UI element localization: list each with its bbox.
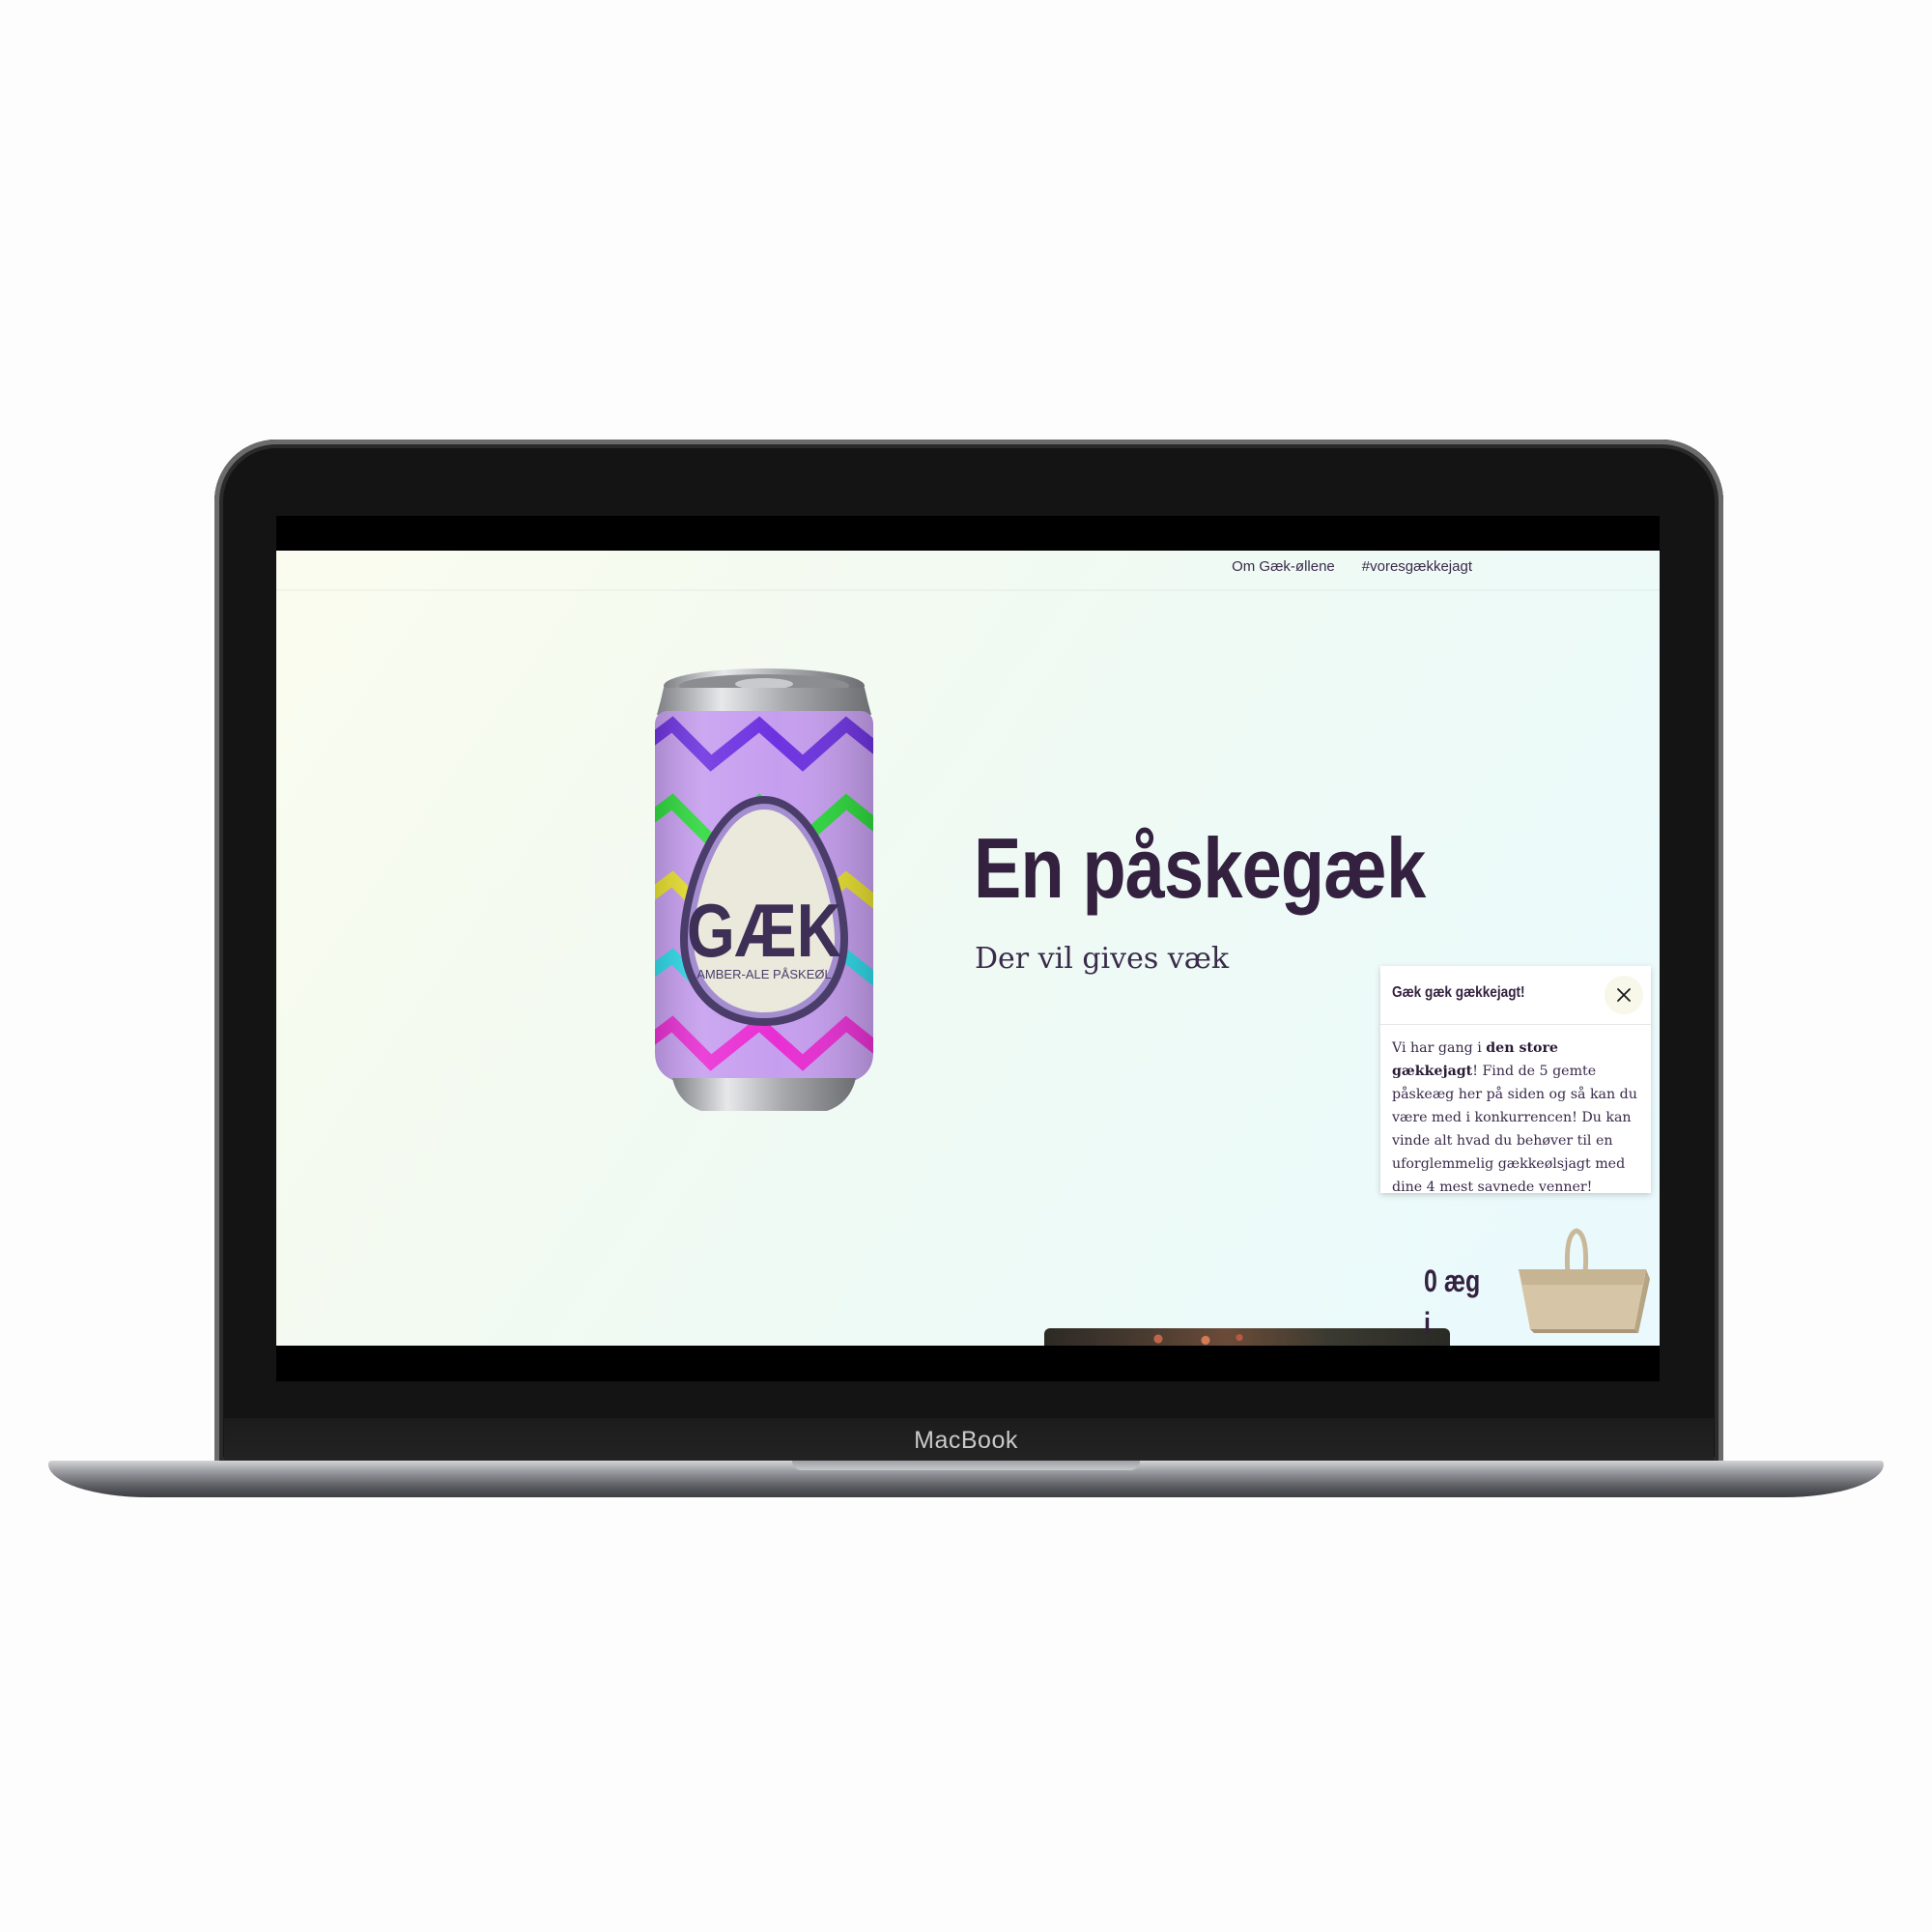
top-navigation: Om Gæk-øllene #voresgækkejagt — [1232, 558, 1472, 575]
egg-hunt-popup: Gæk gæk gækkejagt! Vi har gang i den sto… — [1380, 966, 1651, 1195]
nav-divider — [276, 589, 1660, 591]
photo-section-peek — [1044, 1328, 1450, 1346]
hero-title: En påskegæk — [974, 820, 1426, 916]
popup-body-text: ! Find de 5 gemte påskeæg her på siden o… — [1392, 1064, 1637, 1195]
device-brand-label: MacBook — [914, 1427, 1018, 1454]
popup-close-button[interactable] — [1605, 976, 1643, 1014]
laptop-mockup: MacBook Om Gæk-øllene #voresgækkejagt GÆ… — [0, 0, 1932, 1932]
beer-can-image: GÆK AMBER-ALE PÅSKEØL — [655, 668, 873, 1111]
can-tagline: AMBER-ALE PÅSKEØL — [696, 967, 831, 981]
basket-egg-counter: 0 æg i kurven — [1424, 1260, 1484, 1346]
hero-subtitle: Der vil gives væk — [975, 942, 1230, 976]
can-brand-text: GÆK — [687, 889, 841, 973]
basket-count-line-2: kurven — [1424, 1345, 1484, 1346]
nav-link-voresgaekkejagt[interactable]: #voresgækkejagt — [1362, 558, 1472, 575]
basket-icon[interactable] — [1515, 1227, 1650, 1335]
nav-link-om-gaek-ollene[interactable]: Om Gæk-øllene — [1232, 558, 1335, 575]
close-icon — [1617, 988, 1631, 1002]
popup-header: Gæk gæk gækkejagt! — [1380, 966, 1651, 1025]
popup-title: Gæk gæk gækkejagt! — [1392, 984, 1525, 1001]
basket-count-line-1: 0 æg i — [1424, 1264, 1481, 1341]
web-page: Om Gæk-øllene #voresgækkejagt GÆK AMBER-… — [276, 551, 1660, 1346]
laptop-screen: Om Gæk-øllene #voresgækkejagt GÆK AMBER-… — [276, 516, 1660, 1381]
laptop-base-notch — [792, 1461, 1140, 1470]
can-bottom-rim — [672, 1078, 856, 1111]
popup-body: Vi har gang i den store gækkejagt! Find … — [1380, 1025, 1651, 1199]
popup-body-intro: Vi har gang i — [1392, 1040, 1487, 1056]
